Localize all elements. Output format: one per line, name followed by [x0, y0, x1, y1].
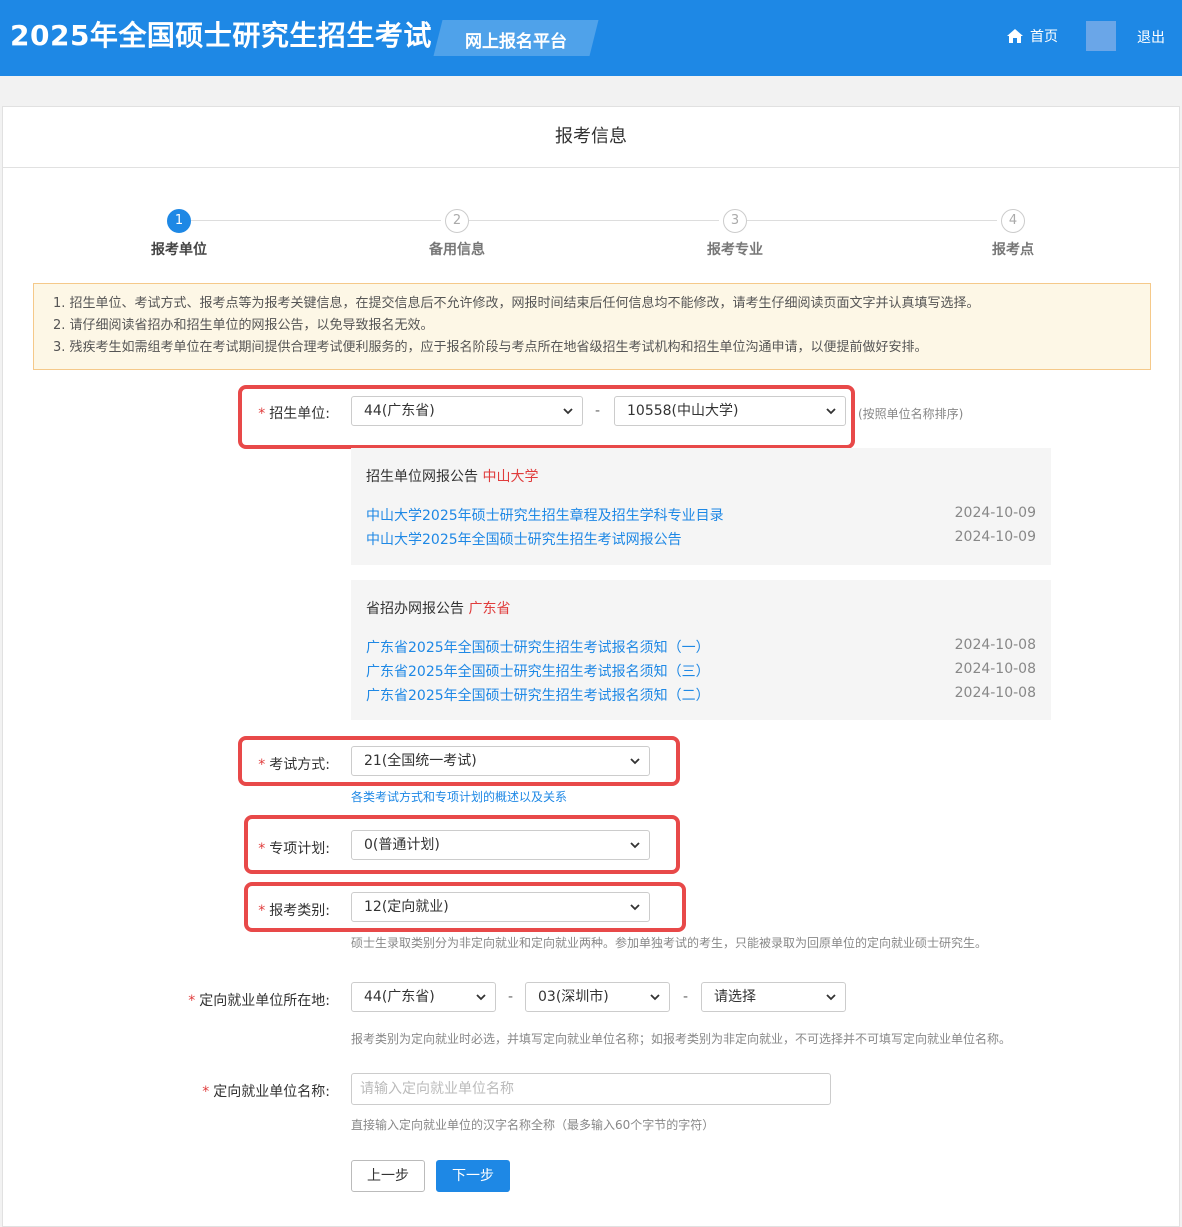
category-hint: 硕士生录取类别分为非定向就业和定向就业两种。参加单独考试的考生，只能被录取为回原… [351, 936, 988, 950]
separator: - [508, 989, 514, 1005]
step-2-label: 备用信息 [429, 242, 485, 258]
announcement-link[interactable]: 广东省2025年全国硕士研究生招生考试报名须知（三） [366, 661, 710, 681]
notice-line: 1. 招生单位、考试方式、报考点等为报考关键信息，在提交信息后不允许修改，网报时… [53, 296, 980, 311]
announcement-link[interactable]: 中山大学2025年全国硕士研究生招生考试网报公告 [366, 529, 682, 549]
avatar[interactable] [1086, 21, 1116, 51]
exam-mode-label: * 考试方式: [258, 757, 330, 773]
employer-district-select[interactable]: 请选择 [701, 982, 846, 1012]
platform-label: 网上报名平台 [465, 32, 567, 52]
prev-step-button[interactable]: 上一步 [351, 1160, 425, 1192]
special-plan-label: * 专项计划: [258, 841, 330, 857]
announcement-date: 2024-10-08 [954, 661, 1036, 677]
step-1-label: 报考单位 [151, 242, 207, 258]
announcement-link[interactable]: 中山大学2025年硕士研究生招生章程及招生学科专业目录 [366, 505, 724, 525]
province-announcement-title: 省招办网报公告 广东省 [366, 601, 511, 617]
employer-name-label: * 定向就业单位名称: [202, 1084, 330, 1100]
notice-line: 3. 残疾考生如需组考单位在考试期间提供合理考试便利服务的，应于报名阶段与考点所… [53, 340, 928, 355]
unit-announcement-title: 招生单位网报公告 中山大学 [366, 469, 539, 485]
step-3-indicator: 3 [723, 209, 747, 233]
employer-city-select[interactable]: 03(深圳市) [525, 982, 670, 1012]
step-1-indicator: 1 [167, 209, 191, 233]
chevron-down-icon [650, 994, 660, 1001]
home-link[interactable]: 首页 [1006, 26, 1058, 46]
top-bar: 2025年全国硕士研究生招生考试 网上报名平台 首页 退出 [0, 0, 1182, 76]
step-connector [469, 220, 719, 221]
separator: - [683, 989, 689, 1005]
step-3-label: 报考专业 [707, 242, 763, 258]
category-select[interactable]: 12(定向就业) [351, 892, 650, 922]
step-2-indicator: 2 [445, 209, 469, 233]
category-label: * 报考类别: [258, 903, 330, 919]
announcement-date: 2024-10-08 [954, 685, 1036, 701]
unit-province-select[interactable]: 44(广东省) [351, 396, 583, 426]
unit-announcement-box: 招生单位网报公告 中山大学 中山大学2025年硕士研究生招生章程及招生学科专业目… [351, 448, 1051, 565]
chevron-down-icon [630, 758, 640, 765]
notice-box: 1. 招生单位、考试方式、报考点等为报考关键信息，在提交信息后不允许修改，网报时… [33, 283, 1151, 370]
chevron-down-icon [630, 842, 640, 849]
announcement-date: 2024-10-08 [954, 637, 1036, 653]
chevron-down-icon [826, 994, 836, 1001]
next-step-button[interactable]: 下一步 [436, 1160, 510, 1192]
employer-province-select[interactable]: 44(广东省) [351, 982, 496, 1012]
province-announcement-box: 省招办网报公告 广东省 广东省2025年全国硕士研究生招生考试报名须知（一） 2… [351, 580, 1051, 720]
unit-label: * 招生单位: [258, 406, 330, 422]
employer-name-input[interactable] [351, 1073, 831, 1105]
notice-line: 2. 请仔细阅读省招办和招生单位的网报公告，以免导致报名无效。 [53, 318, 434, 333]
announcement-date: 2024-10-09 [954, 505, 1036, 521]
unit-hint: (按照单位名称排序) [858, 407, 964, 421]
logout-link[interactable]: 退出 [1137, 27, 1165, 47]
chevron-down-icon [563, 408, 573, 415]
platform-badge: 网上报名平台 [433, 20, 599, 56]
step-4-indicator: 4 [1001, 209, 1025, 233]
announcement-link[interactable]: 广东省2025年全国硕士研究生招生考试报名须知（一） [366, 637, 710, 657]
step-connector [191, 220, 441, 221]
exam-mode-info-link[interactable]: 各类考试方式和专项计划的概述以及关系 [351, 788, 567, 805]
announcement-date: 2024-10-09 [954, 529, 1036, 545]
home-icon [1007, 29, 1023, 43]
separator: - [595, 403, 601, 419]
home-label: 首页 [1030, 29, 1058, 45]
employer-name-hint: 直接输入定向就业单位的汉字名称全称（最多输入60个字节的字符） [351, 1118, 715, 1132]
site-title: 2025年全国硕士研究生招生考试 [10, 19, 432, 52]
panel-title: 报考信息 [3, 107, 1179, 168]
announcement-link[interactable]: 广东省2025年全国硕士研究生招生考试报名须知（二） [366, 685, 710, 705]
employer-location-hint: 报考类别为定向就业时必选，并填写定向就业单位名称；如报考类别为非定向就业，不可选… [351, 1032, 1012, 1046]
unit-school-select[interactable]: 10558(中山大学) [614, 396, 846, 426]
step-4-label: 报考点 [992, 242, 1034, 258]
special-plan-select[interactable]: 0(普通计划) [351, 830, 650, 860]
exam-mode-select[interactable]: 21(全国统一考试) [351, 746, 650, 776]
chevron-down-icon [476, 994, 486, 1001]
chevron-down-icon [826, 408, 836, 415]
step-connector [747, 220, 997, 221]
employer-location-label: * 定向就业单位所在地: [188, 993, 330, 1009]
chevron-down-icon [630, 904, 640, 911]
